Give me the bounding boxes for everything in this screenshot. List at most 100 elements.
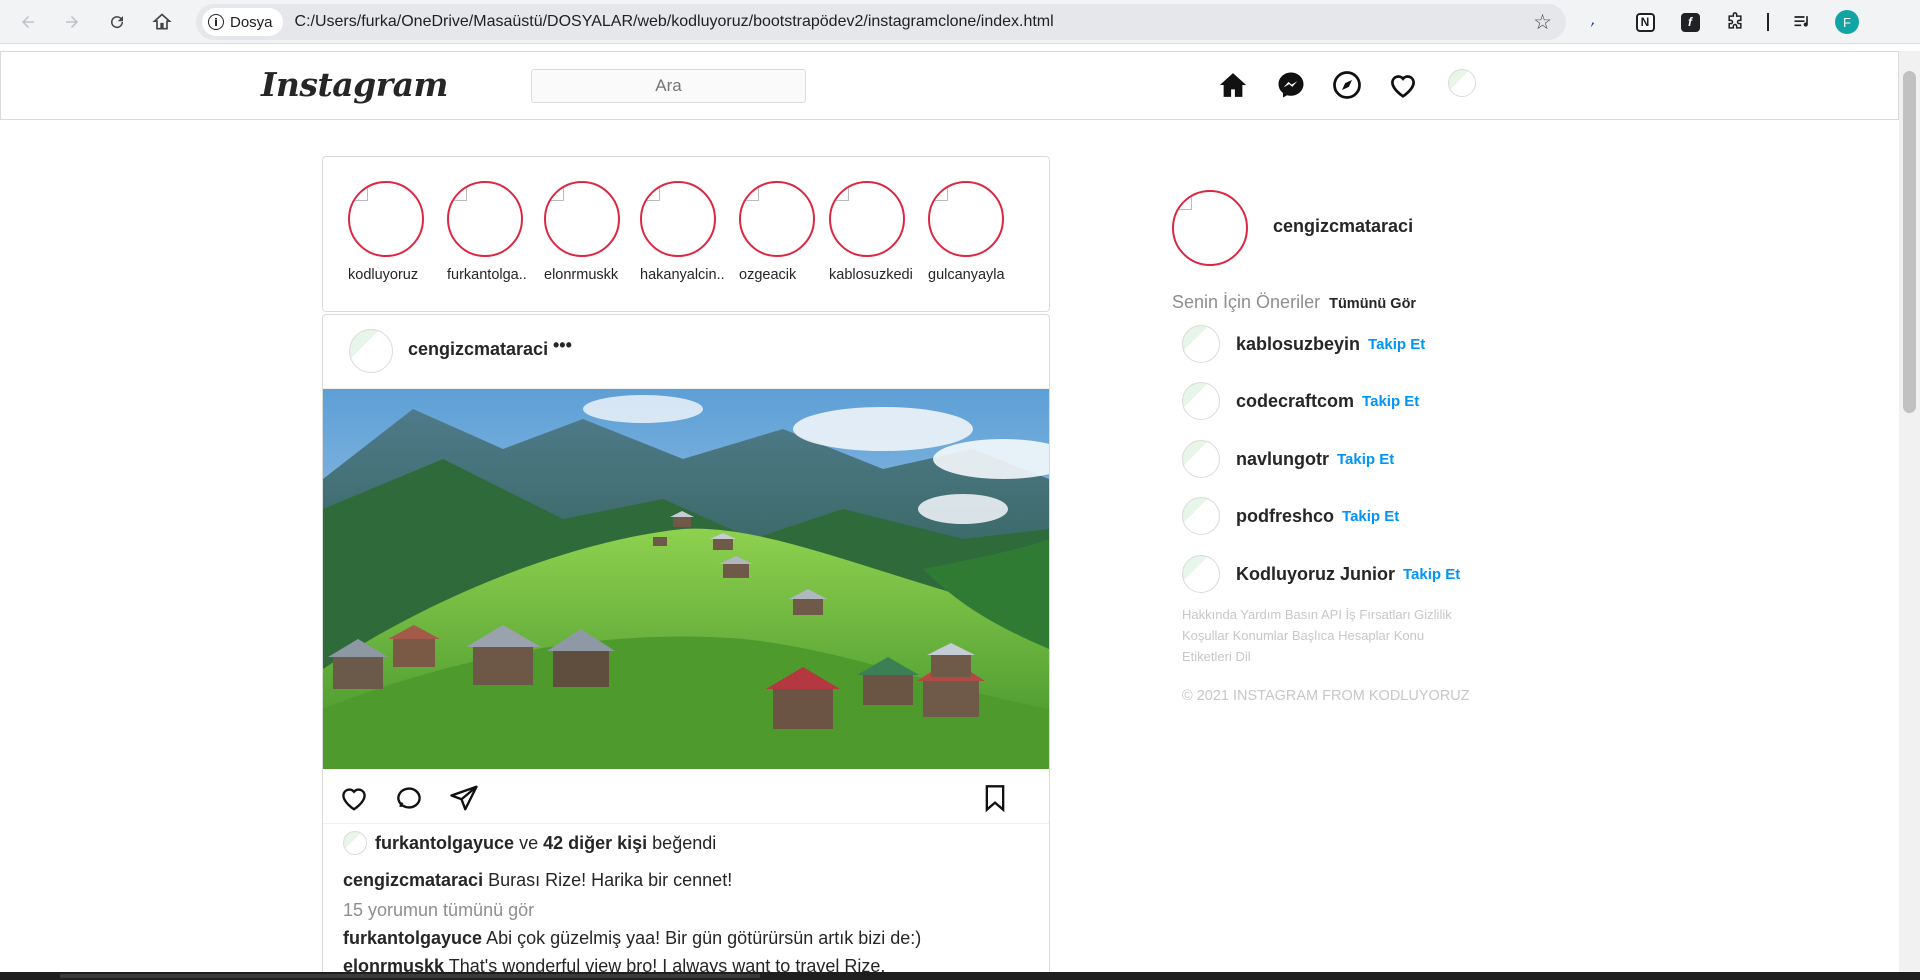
liker-avatar[interactable] (343, 831, 367, 855)
story-avatar-ring (447, 181, 523, 257)
save-bookmark-icon[interactable] (978, 781, 1012, 815)
story-username: gulcanyayla (928, 267, 1005, 283)
likes-summary: furkantolgayuce ve 42 diğer kişi beğendi (343, 831, 716, 855)
post-author-username[interactable]: cengizcmataraci (408, 339, 548, 360)
suggestion-row: podfreshco Takip Et (1182, 496, 1399, 536)
pen-extension-icon[interactable] (1582, 8, 1610, 36)
footer-links[interactable]: Hakkında Yardım Basın API İş Fırsatları … (1182, 604, 1472, 667)
suggestion-row: navlungotr Takip Et (1182, 439, 1394, 479)
follow-button[interactable]: Takip Et (1342, 508, 1399, 525)
profile-initial: F (1835, 10, 1859, 34)
post-header: cengizcmataraci ••• (323, 315, 1049, 389)
suggestion-avatar[interactable] (1182, 555, 1220, 593)
my-username[interactable]: cengizcmataraci (1273, 216, 1413, 237)
likes-conjunction: ve (519, 832, 539, 853)
post-options-icon[interactable]: ••• (553, 335, 572, 356)
story-username: kablosuzkedi (829, 267, 913, 283)
media-control-icon[interactable] (1788, 8, 1816, 36)
site-info-label: Dosya (230, 13, 273, 31)
reload-icon[interactable] (103, 8, 131, 36)
my-profile-avatar[interactable] (1172, 190, 1248, 266)
browser-toolbar: i Dosya C:/Users/furka/OneDrive/Masaüstü… (0, 0, 1920, 44)
url-text[interactable]: C:/Users/furka/OneDrive/Masaüstü/DOSYALA… (295, 13, 1054, 31)
suggestion-avatar[interactable] (1182, 382, 1220, 420)
home-nav-icon[interactable] (1216, 68, 1250, 102)
follow-button[interactable]: Takip Et (1368, 336, 1425, 353)
post-action-bar (323, 769, 1049, 824)
site-info-chip[interactable]: i Dosya (202, 8, 283, 36)
story-avatar-ring (739, 181, 815, 257)
view-all-comments-link[interactable]: 15 yorumun tümünü gör (343, 900, 534, 921)
activity-heart-icon[interactable] (1386, 68, 1420, 102)
story-avatar-ring (348, 181, 424, 257)
suggestion-username[interactable]: Kodluyoruz Junior (1236, 564, 1395, 585)
suggestion-avatar[interactable] (1182, 325, 1220, 363)
back-icon[interactable] (14, 8, 42, 36)
instagram-logo[interactable]: Instagram (261, 65, 448, 104)
profile-avatar[interactable]: F (1833, 8, 1861, 36)
extensions-puzzle-icon[interactable] (1721, 8, 1749, 36)
suggestion-avatar[interactable] (1182, 497, 1220, 535)
story-avatar-ring (544, 181, 620, 257)
comment-row: furkantolgayuce Abi çok güzelmiş yaa! Bi… (343, 928, 921, 949)
post-author-avatar[interactable] (349, 329, 393, 373)
home-icon[interactable] (148, 8, 176, 36)
suggestions-title: Senin İçin Öneriler (1172, 292, 1321, 312)
comment-username[interactable]: furkantolgayuce (343, 928, 482, 948)
story-username: elonrmuskk (544, 267, 619, 283)
story-item[interactable]: elonrmuskk (544, 181, 644, 283)
caption-text: Burası Rize! Harika bir cennet! (488, 870, 733, 890)
explore-compass-icon[interactable] (1330, 68, 1364, 102)
suggestion-username[interactable]: codecraftcom (1236, 391, 1354, 412)
messenger-icon[interactable] (1274, 68, 1308, 102)
story-item[interactable]: kablosuzkedi (829, 181, 929, 283)
address-bar[interactable]: i Dosya C:/Users/furka/OneDrive/Masaüstü… (196, 4, 1566, 40)
follow-button[interactable]: Takip Et (1403, 566, 1460, 583)
suggestion-username[interactable]: podfreshco (1236, 506, 1334, 527)
suggestion-username[interactable]: kablosuzbeyin (1236, 334, 1360, 355)
story-item[interactable]: gulcanyayla (928, 181, 1028, 283)
page-scrollbar[interactable] (1899, 51, 1920, 972)
comment-icon[interactable] (392, 781, 426, 815)
liker-username[interactable]: furkantolgayuce (375, 833, 514, 853)
toolbar-divider (1767, 13, 1769, 31)
likes-others-count[interactable]: 42 diğer kişi (543, 833, 647, 853)
instagram-navbar: Instagram (0, 51, 1899, 120)
post-caption: cengizcmataraci Burası Rize! Harika bir … (343, 870, 732, 891)
story-item[interactable]: kodluyoruz (348, 181, 448, 283)
story-item[interactable]: hakanyalcin.. (640, 181, 740, 283)
follow-button[interactable]: Takip Et (1362, 393, 1419, 410)
feed-post: cengizcmataraci ••• furkantolgayuce ve 4… (322, 314, 1050, 980)
story-item[interactable]: ozgeacik (739, 181, 839, 283)
search-input[interactable] (531, 69, 806, 103)
story-username: kodluyoruz (348, 267, 419, 283)
suggestion-row: codecraftcom Takip Et (1182, 381, 1419, 421)
comment-text: Abi çok güzelmiş yaa! Bir gün götürürsün… (486, 928, 922, 948)
taskbar-strip (0, 972, 1920, 980)
nav-profile-avatar[interactable] (1448, 69, 1476, 97)
caption-username[interactable]: cengizcmataraci (343, 870, 483, 890)
story-username: furkantolga.. (447, 267, 527, 283)
story-item[interactable]: furkantolga.. (447, 181, 547, 283)
notion-extension-icon[interactable]: N (1631, 8, 1659, 36)
story-avatar-ring (640, 181, 716, 257)
post-photo[interactable] (323, 389, 1049, 769)
see-all-link[interactable]: Tümünü Gör (1329, 296, 1416, 312)
formula-extension-icon[interactable]: f (1676, 8, 1704, 36)
share-send-icon[interactable] (447, 781, 481, 815)
follow-button[interactable]: Takip Et (1337, 451, 1394, 468)
story-avatar-ring (829, 181, 905, 257)
suggestion-username[interactable]: navlungotr (1236, 449, 1329, 470)
suggestion-row: Kodluyoruz Junior Takip Et (1182, 554, 1460, 594)
scrollbar-thumb[interactable] (1903, 71, 1916, 413)
like-heart-icon[interactable] (337, 781, 371, 815)
story-username: hakanyalcin.. (640, 267, 725, 283)
suggestions-header: Senin İçin Öneriler Tümünü Gör (1172, 292, 1416, 313)
suggestion-avatar[interactable] (1182, 440, 1220, 478)
forward-icon[interactable] (58, 8, 86, 36)
story-username: ozgeacik (739, 267, 797, 283)
info-icon: i (208, 14, 224, 30)
bookmark-star-icon[interactable]: ☆ (1533, 10, 1552, 35)
story-avatar-ring (928, 181, 1004, 257)
likes-suffix: beğendi (652, 832, 717, 853)
